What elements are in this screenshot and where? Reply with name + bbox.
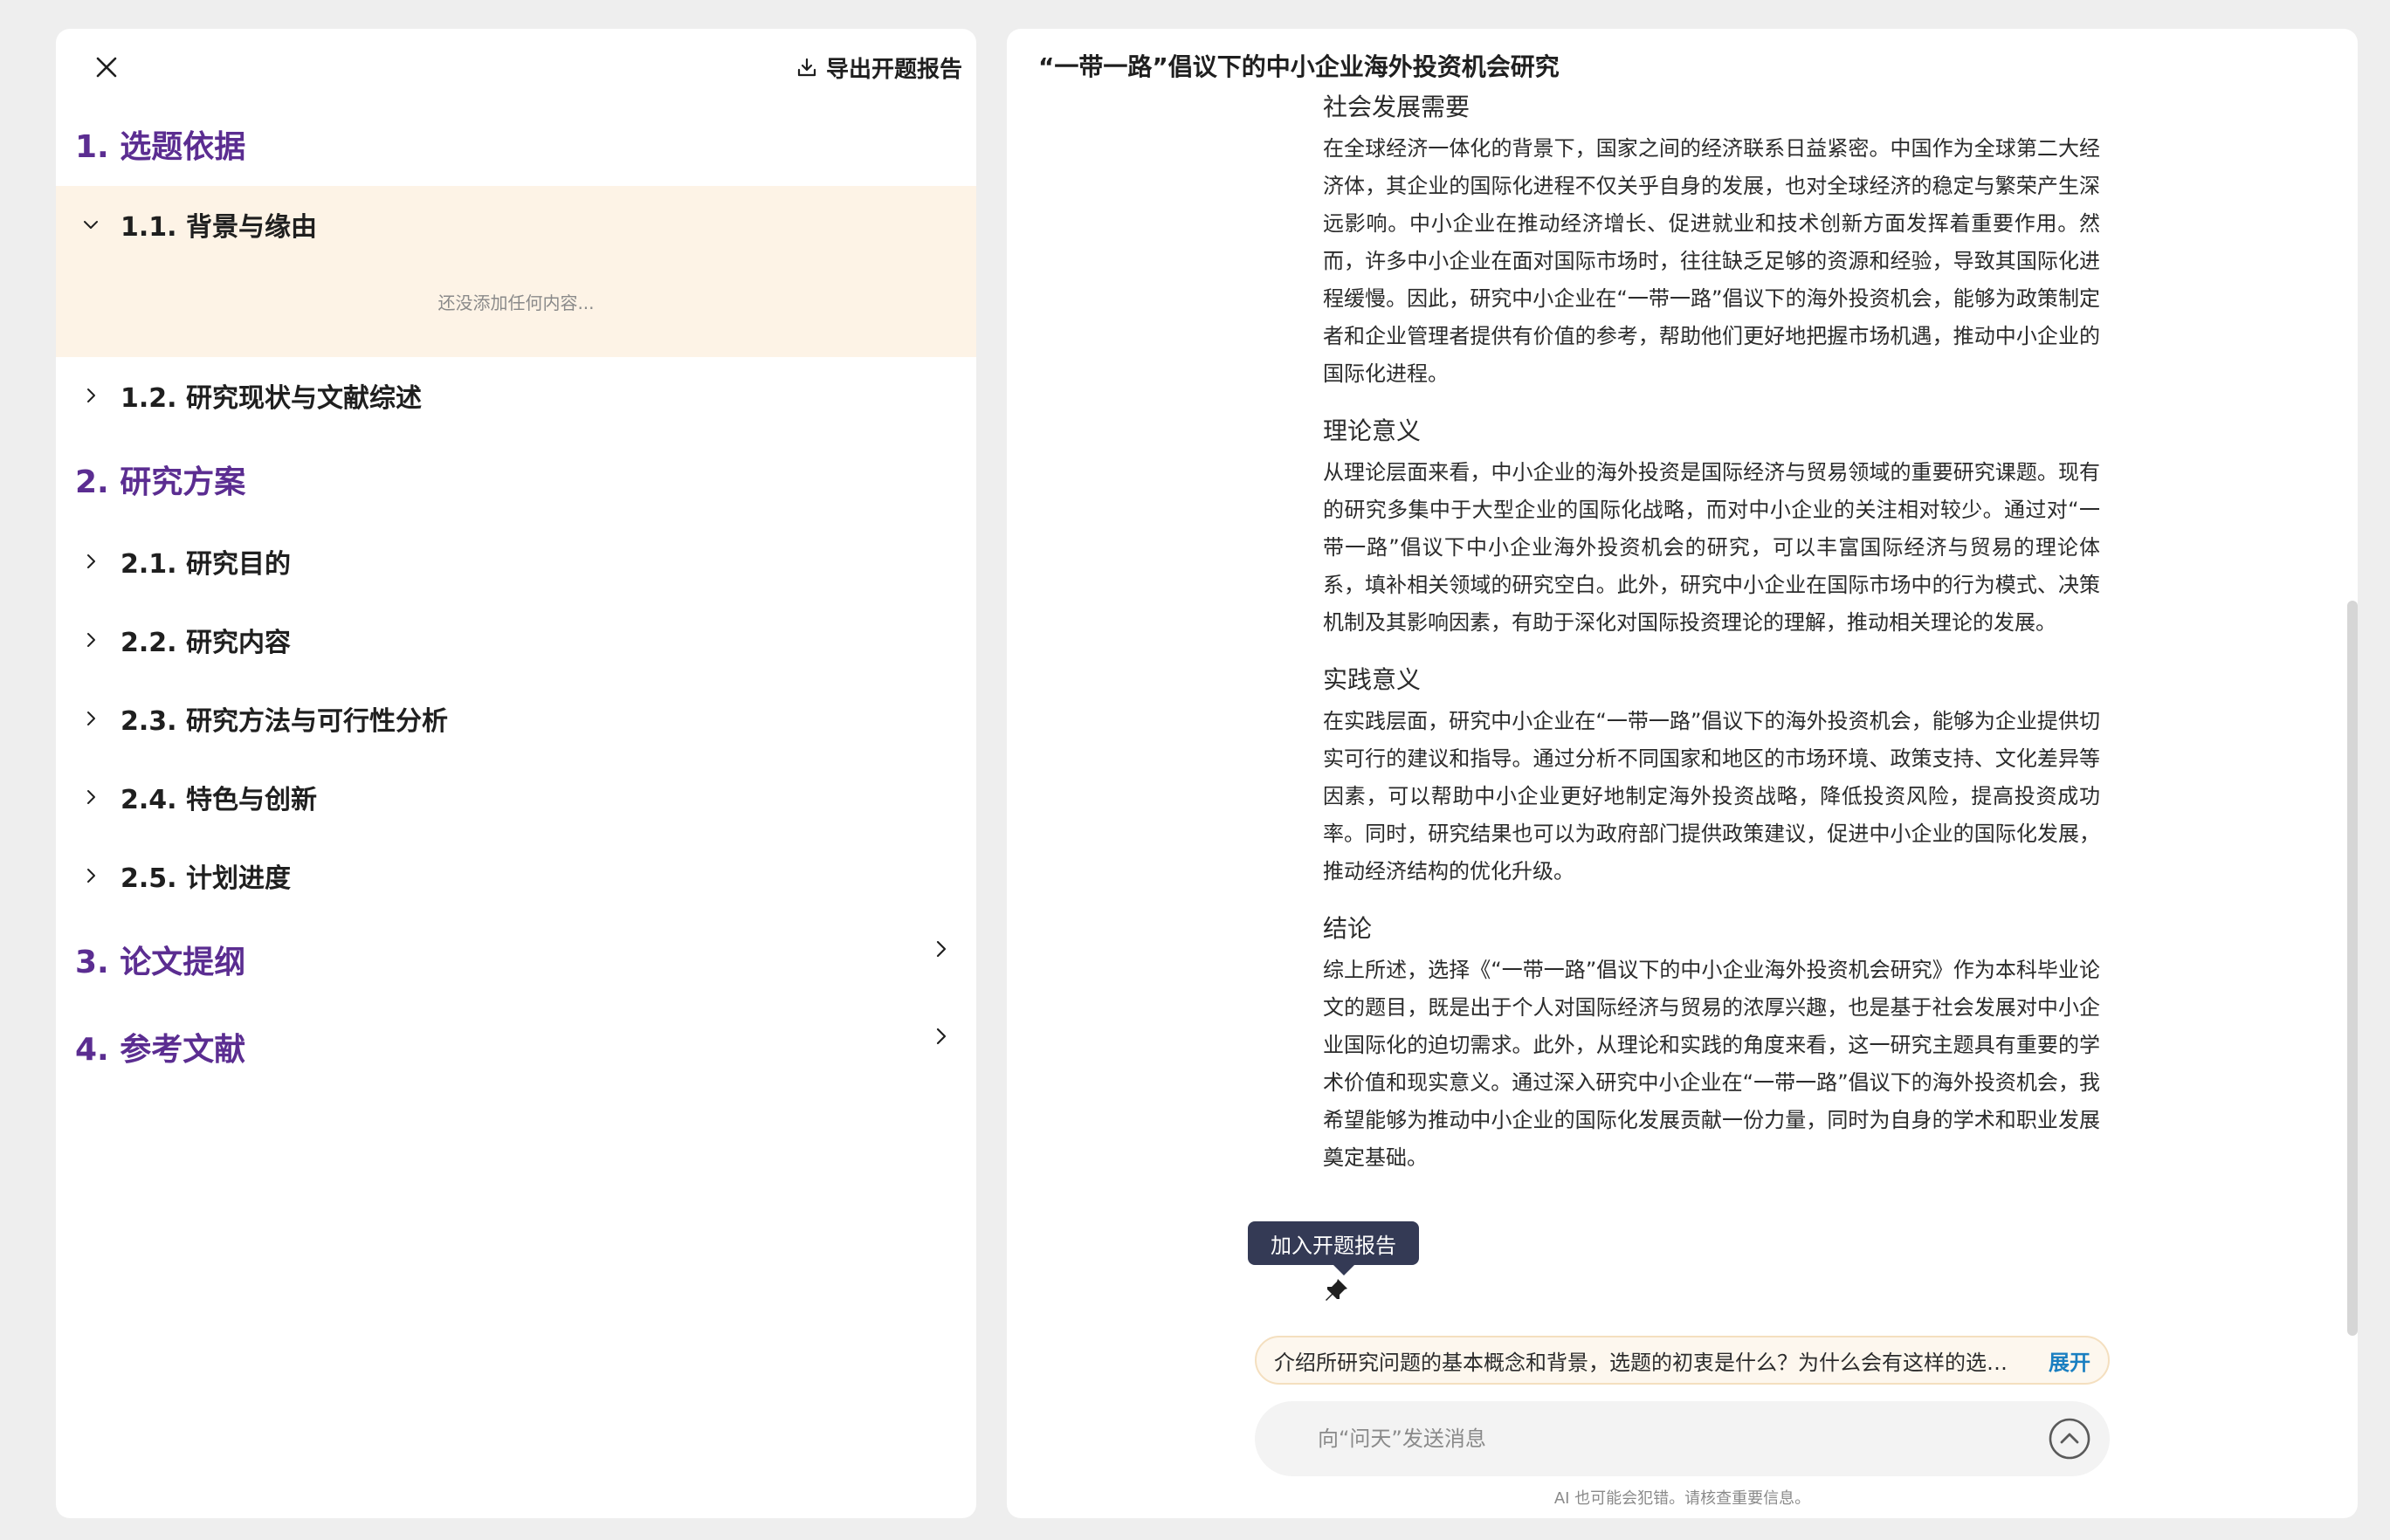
export-report-button[interactable]: 导出开题报告 [796,45,962,90]
arrow-up-circle-icon [2049,1418,2090,1460]
outline-item-1-2[interactable]: 1.2. 研究现状与文献综述 [56,361,976,430]
section-title-4[interactable]: 4. 参考文献 [75,1024,245,1069]
chat-input-container [1255,1401,2110,1476]
section-3-expand[interactable] [926,933,957,965]
close-button[interactable] [84,45,129,90]
outline-item-label: 2.4. 特色与创新 [121,785,317,815]
expand-link[interactable]: 展开 [2049,1345,2090,1376]
close-icon [96,57,117,78]
content-paragraph: 在实践层面，研究中小企业在“一带一路”倡议下的海外投资机会，能够为企业提供切实可… [1323,709,2100,883]
outline-item-2-2[interactable]: 2.2. 研究内容 [56,605,976,675]
outline-item-2-3[interactable]: 2.3. 研究方法与可行性分析 [56,684,976,753]
suggested-prompt-bar: 介绍所研究问题的基本概念和背景，选题的初衷是什么？为什么会有这样的选题？ 展开 [1255,1336,2110,1385]
chevron-down-icon [73,216,108,233]
content-paragraph: 从理论层面来看，中小企业的海外投资是国际经济与贸易领域的重要研究课题。现有的研究… [1323,460,2100,635]
content-heading: 社会发展需要 [1323,93,1471,121]
document-title: “一带一路”倡议下的中小企业海外投资机会研究 [1038,52,1560,81]
chevron-right-icon [936,1028,947,1045]
chat-input[interactable] [1316,1426,2047,1452]
section-4-expand[interactable] [926,1021,957,1052]
send-button[interactable] [2047,1416,2092,1461]
outline-item-label: 2.1. 研究目的 [121,549,291,580]
scrollbar-thumb[interactable] [2347,601,2358,1336]
pin-button[interactable] [1319,1273,1353,1308]
chevron-right-icon [73,710,108,727]
document-panel: “一带一路”倡议下的中小企业海外投资机会研究 社会发展需要 在全球经济一体化的背… [1007,29,2358,1518]
chevron-right-icon [73,553,108,570]
content-heading: 结论 [1323,914,1373,943]
section-title-2[interactable]: 2. 研究方案 [75,457,245,502]
content-paragraph: 综上所述，选择《“一带一路”倡议下的中小企业海外投资机会研究》作为本科毕业论文的… [1323,958,2100,1170]
suggested-prompt-text[interactable]: 介绍所研究问题的基本概念和背景，选题的初衷是什么？为什么会有这样的选题？ [1274,1345,2028,1376]
chevron-right-icon [73,867,108,884]
pin-icon [1326,1279,1347,1301]
ai-disclaimer: AI 也可能会犯错。请核查重要信息。 [1553,1489,1811,1508]
outline-item-2-5[interactable]: 2.5. 计划进度 [56,841,976,911]
content-paragraph: 在全球经济一体化的背景下，国家之间的经济联系日益紧密。中国作为全球第二大经济体，… [1323,136,2100,386]
download-icon [797,58,816,77]
outline-item-label: 2.2. 研究内容 [121,628,291,658]
empty-content-hint: 还没添加任何内容... [437,292,595,313]
add-to-report-tooltip: 加入开题报告 [1248,1221,1419,1275]
outline-item-1-1[interactable]: 1.1. 背景与缘由 [56,189,976,259]
content-heading: 理论意义 [1323,416,1422,445]
chevron-right-icon [73,387,108,404]
chevron-right-icon [936,940,947,958]
chevron-right-icon [73,631,108,649]
section-title-1[interactable]: 1. 选题依据 [75,121,245,167]
outline-item-label: 2.3. 研究方法与可行性分析 [121,706,448,737]
outline-item-label: 1.2. 研究现状与文献综述 [121,383,422,414]
chevron-right-icon [73,788,108,806]
content-heading: 实践意义 [1323,665,1422,694]
section-title-3[interactable]: 3. 论文提纲 [75,937,245,982]
outline-item-2-4[interactable]: 2.4. 特色与创新 [56,762,976,832]
outline-panel: 导出开题报告 1. 选题依据 还没添加任何内容... 1.1. 背景与缘由 1.… [56,29,976,1518]
document-content: 社会发展需要 在全球经济一体化的背景下，国家之间的经济联系日益紧密。中国作为全球… [1323,90,2100,1198]
outline-item-label: 1.1. 背景与缘由 [121,212,317,243]
outline-item-label: 2.5. 计划进度 [121,863,291,894]
outline-item-2-1[interactable]: 2.1. 研究目的 [56,526,976,596]
export-report-label: 导出开题报告 [825,56,962,83]
